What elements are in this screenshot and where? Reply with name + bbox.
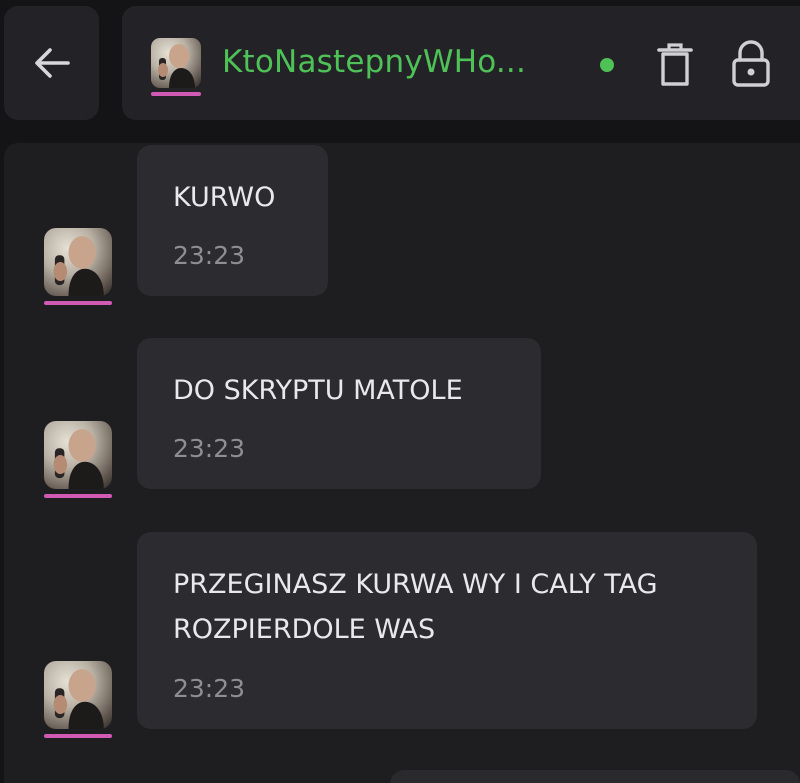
avatar-photo [44, 661, 112, 729]
message-timestamp: 23:23 [173, 241, 246, 270]
message-text: PRZEGINASZ KURWA WY I CALY TAG ROZPIERDO… [173, 569, 658, 645]
lock-chat-button[interactable] [730, 40, 772, 88]
message-text: DO SKRYPTU MATOLE [173, 375, 463, 406]
back-button[interactable] [4, 6, 99, 120]
message-bubble[interactable]: DO SKRYPTU MATOLE 23:23 [137, 338, 541, 489]
avatar-photo [151, 38, 201, 88]
chat-screen: KtoNastepnyWHo... KURWO 23:23 DO SKRYPTU… [0, 0, 800, 783]
lock-icon [732, 40, 770, 87]
partial-message-bubble [390, 770, 800, 783]
sender-avatar[interactable] [44, 228, 112, 305]
avatar-photo [44, 421, 112, 489]
avatar-photo [44, 228, 112, 296]
trash-icon [657, 43, 693, 86]
avatar-underline [151, 92, 201, 96]
avatar-underline [44, 301, 112, 305]
contact-avatar[interactable] [151, 38, 201, 96]
avatar-underline [44, 734, 112, 738]
sender-avatar[interactable] [44, 421, 112, 498]
delete-chat-button[interactable] [656, 42, 694, 88]
back-arrow-icon [34, 48, 70, 78]
message-bubble[interactable]: PRZEGINASZ KURWA WY I CALY TAG ROZPIERDO… [137, 532, 757, 729]
message-timestamp: 23:23 [173, 434, 246, 463]
avatar-underline [44, 494, 112, 498]
contact-name[interactable]: KtoNastepnyWHo... [222, 44, 526, 80]
online-status-dot [600, 58, 614, 72]
message-timestamp: 23:23 [173, 674, 246, 703]
message-bubble[interactable]: KURWO 23:23 [137, 145, 328, 296]
sender-avatar[interactable] [44, 661, 112, 738]
message-text: KURWO [173, 182, 276, 213]
